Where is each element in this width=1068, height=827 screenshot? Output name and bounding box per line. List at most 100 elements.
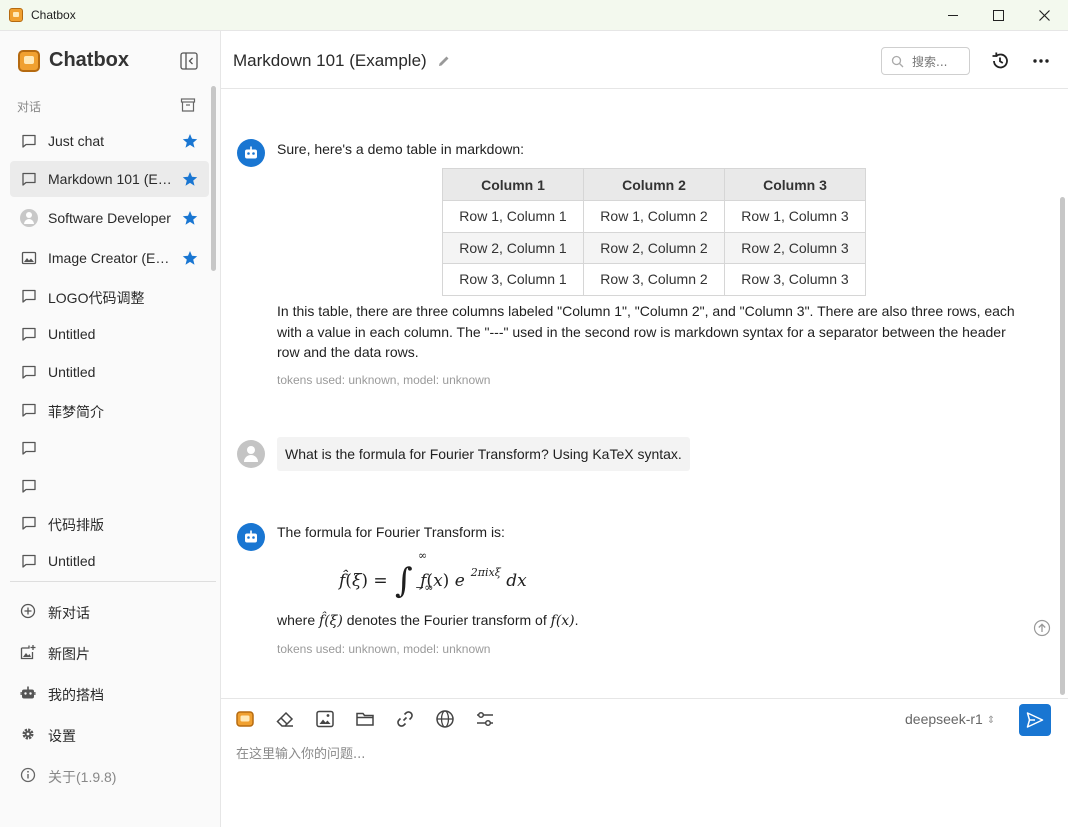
sidebar-session-item[interactable]: 菲梦简介 <box>10 392 209 428</box>
sidebar-session-item[interactable]: Untitled <box>10 316 209 352</box>
window-title: Chatbox <box>31 8 76 22</box>
paragraph-line: row and the data rows. <box>277 344 419 360</box>
composer: deepseek-r1 ⇕ <box>221 698 1068 827</box>
table-header-cell: Column 3 <box>724 168 866 201</box>
new-chat-label: 新对话 <box>48 605 90 621</box>
user-avatar <box>237 440 265 468</box>
star-icon[interactable] <box>182 210 198 226</box>
sidebar-session-item[interactable]: Image Creator (Example) <box>10 240 209 276</box>
info-icon <box>20 767 36 783</box>
add-photo-icon <box>20 645 36 660</box>
table-cell: Row 2, Column 1 <box>442 231 584 264</box>
minimize-button[interactable] <box>930 0 976 31</box>
table-header-row: Column 1 Column 2 Column 3 <box>442 168 866 201</box>
app-icon <box>9 8 23 22</box>
globe-icon[interactable] <box>435 709 455 729</box>
more-options-icon[interactable] <box>1031 51 1051 71</box>
session-label: 代码排版 <box>48 517 104 533</box>
archive-icon[interactable] <box>180 97 196 113</box>
table-cell: Row 2, Column 3 <box>724 231 866 264</box>
eraser-icon[interactable] <box>275 709 295 729</box>
session-label: Image Creator (Example) <box>48 250 176 266</box>
sidebar-session-item[interactable]: Just chat <box>10 123 209 159</box>
search-input[interactable] <box>912 53 966 70</box>
about-button[interactable]: 关于(1.9.8) <box>10 757 209 793</box>
model-selector[interactable]: deepseek-r1 ⇕ <box>905 711 995 727</box>
chevron-updown-icon: ⇕ <box>986 715 996 726</box>
chatbox-logo-icon[interactable] <box>235 709 255 729</box>
star-icon[interactable] <box>182 171 198 187</box>
sidebar-session-item[interactable]: Untitled <box>10 354 209 390</box>
search-icon <box>891 55 904 68</box>
session-label: 菲梦简介 <box>48 404 104 420</box>
sidebar-scrollbar[interactable] <box>211 86 216 271</box>
messages-scrollbar[interactable] <box>1060 197 1065 695</box>
add-circle-icon <box>20 603 36 619</box>
sidebar-divider <box>10 581 216 582</box>
model-name: deepseek-r1 <box>905 711 983 727</box>
session-label: Just chat <box>48 133 105 149</box>
chat-title[interactable]: Markdown 101 (Example) <box>233 51 427 71</box>
settings-sliders-icon[interactable] <box>475 709 495 729</box>
sidebar-session-item[interactable] <box>10 468 209 504</box>
session-label: Untitled <box>48 326 96 342</box>
table-row: Row 2, Column 1 Row 2, Column 2 Row 2, C… <box>442 231 866 264</box>
message-meta: tokens used: unknown, model: unknown <box>277 373 491 387</box>
send-button[interactable] <box>1019 704 1051 736</box>
sidebar-session-item[interactable]: 代码排版 <box>10 505 209 541</box>
paragraph-line: In this table, there are three columns l… <box>277 303 1015 319</box>
sidebar-collapse-icon[interactable] <box>180 52 198 70</box>
table-header-cell: Column 2 <box>583 168 725 201</box>
table-row: Row 3, Column 1 Row 3, Column 2 Row 3, C… <box>442 263 866 296</box>
app-logo: Chatbox <box>18 49 129 72</box>
history-icon[interactable] <box>990 51 1010 71</box>
maximize-button[interactable] <box>975 0 1021 31</box>
star-icon[interactable] <box>182 133 198 149</box>
link-icon[interactable] <box>395 709 415 729</box>
send-icon <box>1026 712 1044 728</box>
pencil-icon[interactable] <box>437 54 451 68</box>
session-label: LOGO代码调整 <box>48 290 145 306</box>
close-icon <box>1038 10 1050 21</box>
scroll-to-top-icon[interactable] <box>1033 619 1051 637</box>
star-icon[interactable] <box>182 250 198 266</box>
folder-icon[interactable] <box>355 709 375 729</box>
sidebar-session-item[interactable]: Untitled <box>10 543 209 579</box>
my-copilots-button[interactable]: 我的搭档 <box>10 675 209 711</box>
my-copilots-label: 我的搭档 <box>48 687 104 703</box>
session-label: Untitled <box>48 364 96 380</box>
chat-bubble-icon <box>21 288 37 304</box>
image-icon[interactable] <box>315 709 335 729</box>
table-row: Row 1, Column 1 Row 1, Column 2 Row 1, C… <box>442 200 866 233</box>
settings-button[interactable]: 设置 <box>10 716 209 752</box>
search-box[interactable] <box>881 47 970 75</box>
assistant-paragraph: In this table, there are three columns l… <box>277 301 1015 363</box>
new-chat-button[interactable]: 新对话 <box>10 593 209 629</box>
app-name: Chatbox <box>49 49 129 71</box>
session-label: Software Developer <box>48 210 171 226</box>
sidebar-session-item[interactable] <box>10 430 209 466</box>
title-bar: Chatbox <box>0 0 1068 31</box>
sidebar: Chatbox 对话 Just chat Markdown 101 (Exampl… <box>0 31 221 827</box>
chat-bubble-icon <box>21 553 37 569</box>
chat-bubble-icon <box>21 402 37 418</box>
settings-label: 设置 <box>48 728 76 744</box>
sidebar-session-item[interactable]: LOGO代码调整 <box>10 278 209 314</box>
sidebar-session-item[interactable]: Markdown 101 (Example) <box>10 161 209 197</box>
assistant-message-text: Sure, here's a demo table in markdown: <box>277 141 525 157</box>
session-label: Markdown 101 (Example) <box>48 171 176 187</box>
message-input[interactable] <box>236 743 1046 813</box>
robot-icon <box>245 146 257 159</box>
gear-icon <box>22 728 34 740</box>
session-label: Untitled <box>48 553 96 569</box>
paragraph-line: with a value in each column. The "---" u… <box>277 323 1006 340</box>
close-button[interactable] <box>1021 0 1067 31</box>
new-image-label: 新图片 <box>48 646 90 662</box>
sidebar-session-item[interactable]: Software Developer <box>10 200 209 236</box>
about-label: 关于(1.9.8) <box>48 769 117 785</box>
assistant-avatar <box>237 523 265 551</box>
image-icon <box>21 250 37 266</box>
robot-icon <box>245 530 257 543</box>
new-image-button[interactable]: 新图片 <box>10 634 209 670</box>
katex-formula: f̂(ξ) = ∫ ∞ −∞ f(x) e 2πixξ dx <box>339 549 527 601</box>
